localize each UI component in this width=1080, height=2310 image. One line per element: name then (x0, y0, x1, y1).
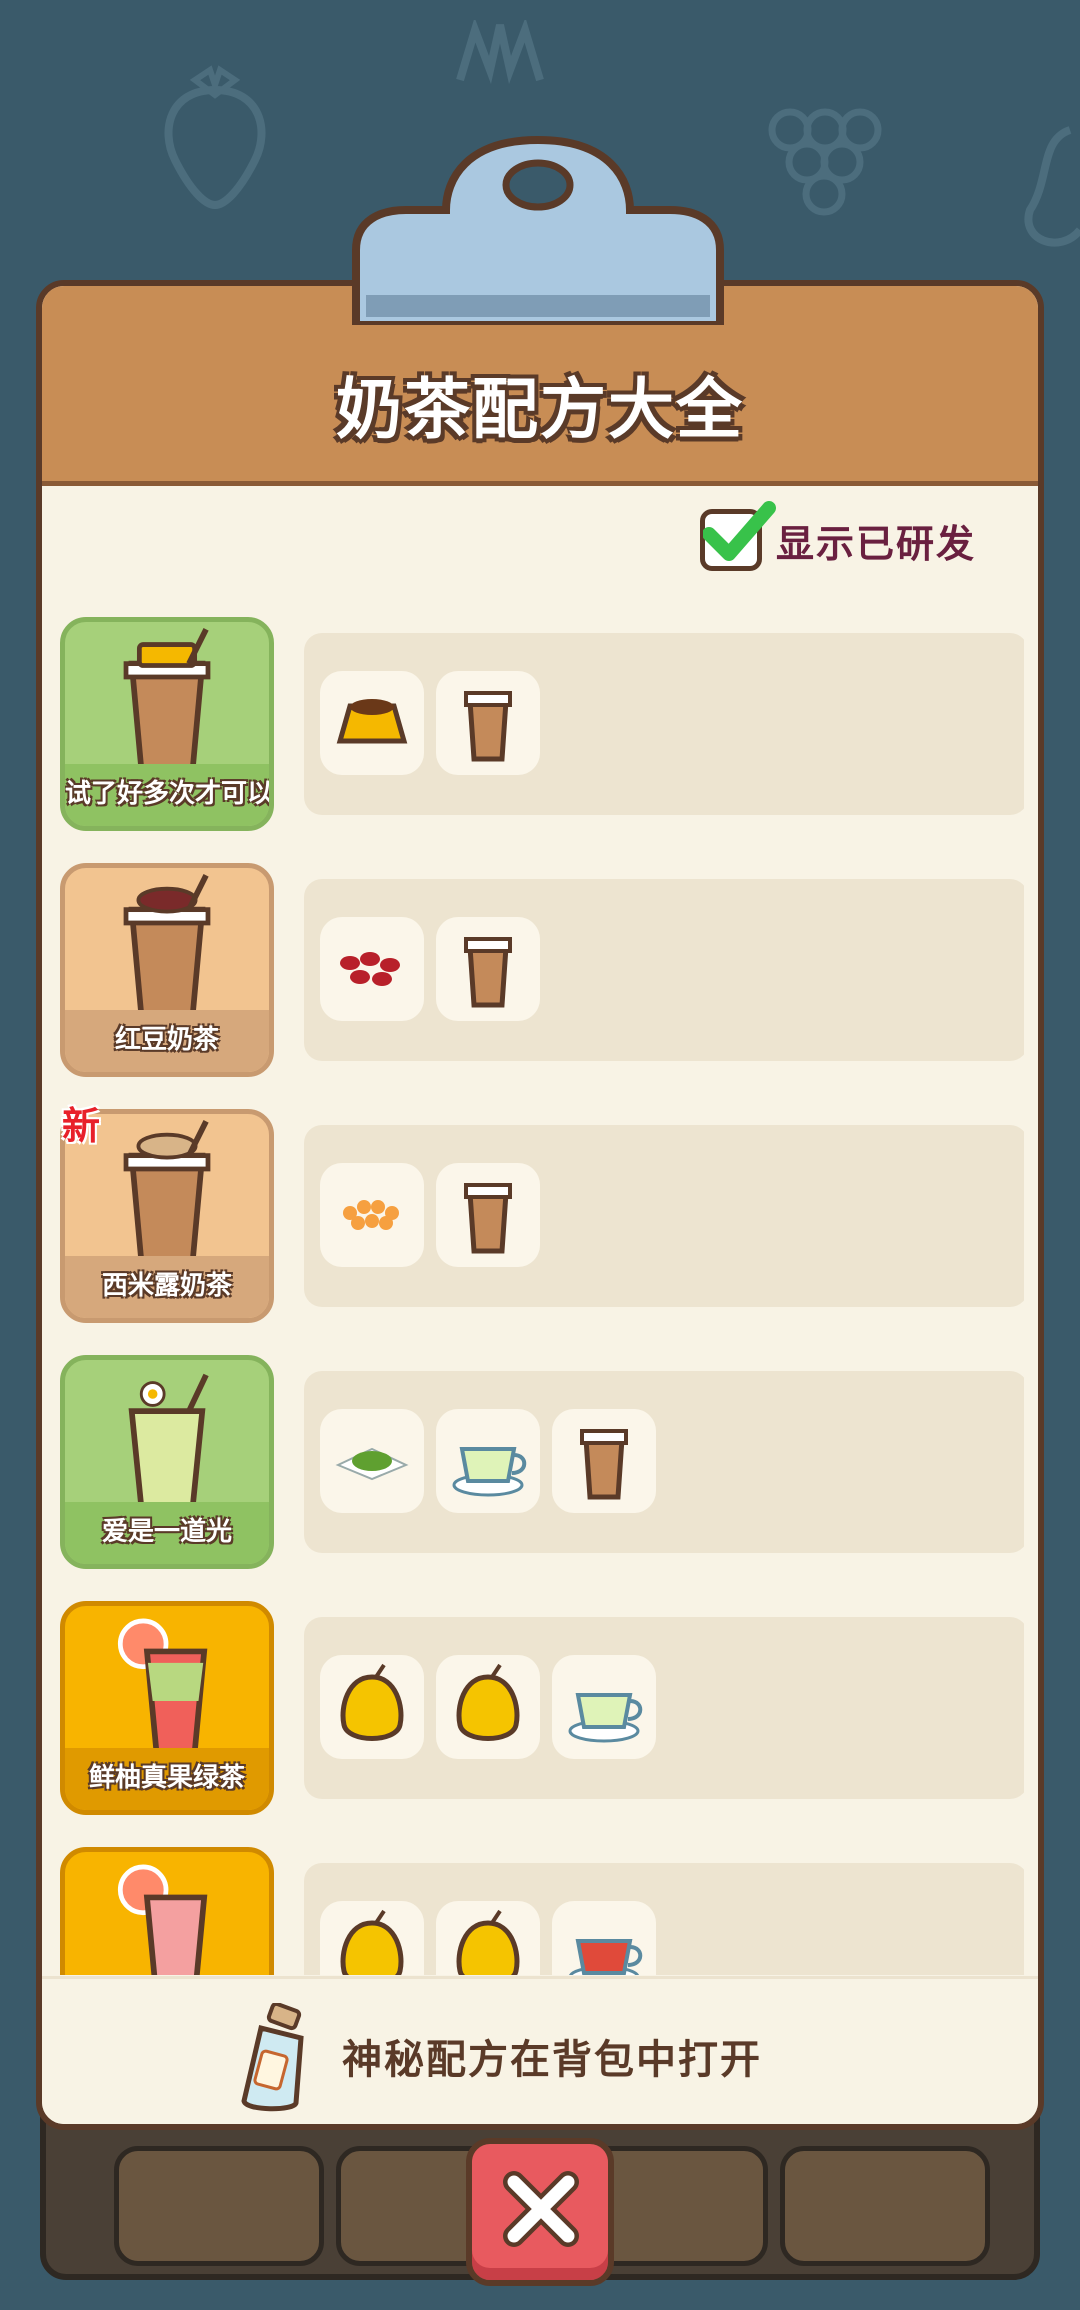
ingredients-panel (304, 1863, 1024, 1975)
ingredient-slot[interactable] (436, 1655, 540, 1759)
show-developed-label: 显示已研发 (776, 521, 977, 566)
recipe-row[interactable] (56, 1845, 1024, 1975)
pomelo-icon (340, 1663, 404, 1741)
recipe-drink-card[interactable]: 鲜柚真果绿茶 (60, 1601, 274, 1815)
grapefruit-red-tea-icon (117, 1864, 208, 1975)
ingredients-panel (304, 1125, 1024, 1307)
ingredient-slot[interactable] (552, 1409, 656, 1513)
close-icon (503, 2171, 579, 2247)
pomelo-icon (340, 1909, 404, 1975)
recipe-row[interactable]: 西米露奶茶 新 (56, 1104, 1024, 1327)
recipe-name: 红豆奶茶 (65, 1010, 269, 1072)
sago-icon (343, 1200, 399, 1230)
recipe-name: 试了好多次才可以 (65, 764, 269, 826)
tray-slot (114, 2146, 324, 2266)
ingredient-slot[interactable] (436, 917, 540, 1021)
page-title: 奶茶配方大全 (336, 371, 744, 448)
ingredient-slot[interactable] (436, 1409, 540, 1513)
strawberry-bg-icon (164, 65, 266, 210)
recipe-row[interactable]: 试了好多次才可以 (56, 615, 1024, 835)
ingredient-slot[interactable] (320, 917, 424, 1021)
ingredient-slot[interactable] (320, 1901, 424, 1975)
recipe-name: 西米露奶茶 (65, 1256, 269, 1318)
milk-tea-cup-icon (464, 937, 512, 1008)
recipe-row[interactable]: 爱是一道光 (56, 1353, 1024, 1573)
grapefruit-green-tea-icon (117, 1618, 208, 1756)
show-developed-checkbox[interactable] (700, 501, 776, 571)
red-tea-cup-icon (568, 1939, 643, 1975)
ingredients-panel (304, 879, 1024, 1061)
red-bean-icon (340, 952, 400, 986)
clipboard-clip (352, 135, 724, 325)
hint-text: 神秘配方在背包中打开 (342, 2037, 762, 2083)
ingredient-slot[interactable] (552, 1655, 656, 1759)
recipe-row[interactable]: 鲜柚真果绿茶 (56, 1599, 1024, 1819)
ingredient-slot[interactable] (552, 1901, 656, 1975)
show-developed-toggle[interactable]: 显示已研发 (700, 501, 977, 575)
green-tea-cup-icon (568, 1693, 643, 1743)
pudding-milk-tea-icon (123, 628, 211, 772)
recipe-list: 试了好多次才可以 红豆奶茶 西米露奶茶 新 爱是一道光 鲜柚真果绿茶 (56, 615, 1024, 1975)
milk-tea-cup-icon (580, 1429, 628, 1500)
recipe-name: 鲜柚真果绿茶 (65, 1748, 269, 1810)
tray-slot (780, 2146, 990, 2266)
recipe-drink-card[interactable]: 红豆奶茶 (60, 863, 274, 1077)
pomelo-icon (456, 1909, 520, 1975)
ingredient-slot[interactable] (320, 1163, 424, 1267)
green-tea-cup-icon (452, 1447, 527, 1497)
matcha-powder-icon (335, 1447, 409, 1481)
recipe-row[interactable]: 红豆奶茶 (56, 861, 1024, 1081)
pudding-icon (336, 699, 408, 744)
ingredients-panel (304, 1371, 1024, 1553)
milk-tea-cup-icon (464, 691, 512, 762)
recipe-drink-card[interactable] (60, 1847, 274, 1975)
recipe-drink-card[interactable]: 爱是一道光 (60, 1355, 274, 1569)
ingredients-panel (304, 633, 1024, 815)
pomelo-icon (456, 1663, 520, 1741)
recipe-name: 爱是一道光 (65, 1502, 269, 1564)
ingredient-slot[interactable] (320, 671, 424, 775)
bottle-icon (241, 2003, 304, 2112)
pear-bg-icon (1024, 126, 1080, 247)
checkmark-icon (703, 501, 776, 561)
ingredient-slot[interactable] (436, 1163, 540, 1267)
milk-tea-cup-icon (464, 1183, 512, 1254)
ingredient-slot[interactable] (320, 1655, 424, 1759)
recipe-drink-card[interactable]: 试了好多次才可以 (60, 617, 274, 831)
red-bean-milk-tea-icon (123, 874, 211, 1018)
mystery-recipe-hint: 神秘配方在背包中打开 (42, 1976, 1038, 2124)
new-badge: 新 (62, 1104, 101, 1148)
matcha-drink-icon (128, 1373, 209, 1510)
ingredient-slot[interactable] (320, 1409, 424, 1513)
ingredients-panel (304, 1617, 1024, 1799)
ingredient-slot[interactable] (436, 671, 540, 775)
ingredient-slot[interactable] (436, 1901, 540, 1975)
close-button[interactable] (466, 2138, 614, 2286)
